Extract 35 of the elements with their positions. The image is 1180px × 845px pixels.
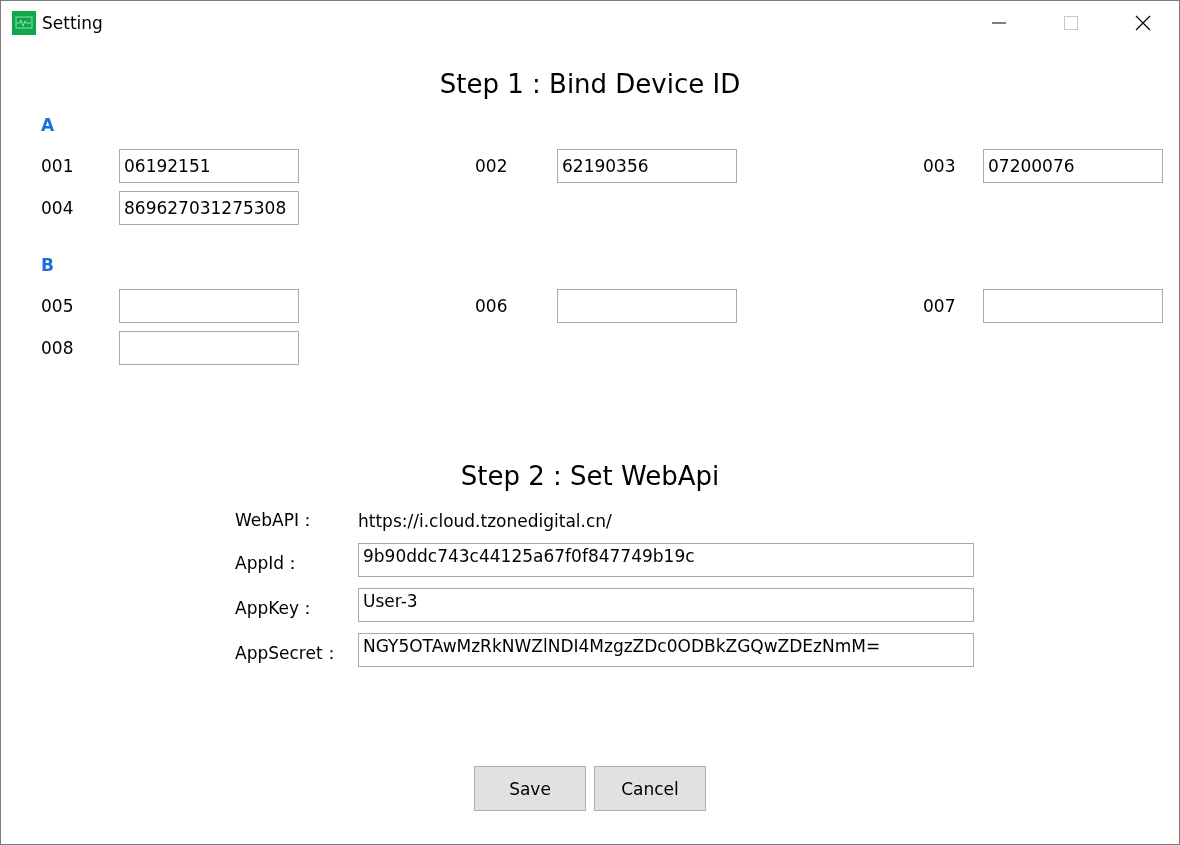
field-label: AppKey： <box>235 596 318 620</box>
minimize-icon <box>991 22 1007 24</box>
device-label: 002 <box>475 156 509 176</box>
device-id-field[interactable]: 62190356 <box>557 149 737 183</box>
field-label: WebAPI： <box>235 509 317 532</box>
app-icon <box>12 11 36 35</box>
device-id-field[interactable]: 869627031275308 <box>119 191 299 225</box>
input-field[interactable]: 9b90ddc743c44125a67f0f847749b19c <box>358 543 974 577</box>
input-field[interactable]: NGY5OTAwMzRkNWZlNDI4MzgzZDc0ODBkZGQwZDEzNmM= <box>358 633 974 667</box>
group-label: A <box>41 115 56 135</box>
step-title: Step 1 : Bind Device ID <box>438 69 742 99</box>
device-label: 004 <box>41 198 75 218</box>
field-label: AppSecret： <box>235 641 341 665</box>
device-id-field[interactable] <box>119 331 299 365</box>
device-label: 008 <box>41 338 75 358</box>
window-title: Setting <box>42 13 103 33</box>
cancel-button[interactable]: Cancel <box>594 766 706 811</box>
maximize-icon <box>1063 15 1079 31</box>
input-field[interactable]: User-3 <box>358 588 974 622</box>
save-button[interactable]: Save <box>474 766 586 811</box>
device-id-field[interactable]: 07200076 <box>983 149 1163 183</box>
device-id-field[interactable] <box>119 289 299 323</box>
device-label: 007 <box>923 296 957 316</box>
group-label: B <box>41 255 55 275</box>
field-label: AppId： <box>235 551 303 575</box>
step-title: Step 2 : Set WebApi <box>459 461 721 491</box>
device-id-field[interactable] <box>983 289 1163 323</box>
device-id-field[interactable] <box>557 289 737 323</box>
device-id-field[interactable]: 06192151 <box>119 149 299 183</box>
device-label: 005 <box>41 296 75 316</box>
webapi-url: https://i.cloud.tzonedigital.cn/ <box>358 510 612 531</box>
device-label: 003 <box>923 156 957 176</box>
device-label: 006 <box>475 296 509 316</box>
close-icon <box>1135 15 1151 31</box>
device-label: 001 <box>41 156 75 176</box>
